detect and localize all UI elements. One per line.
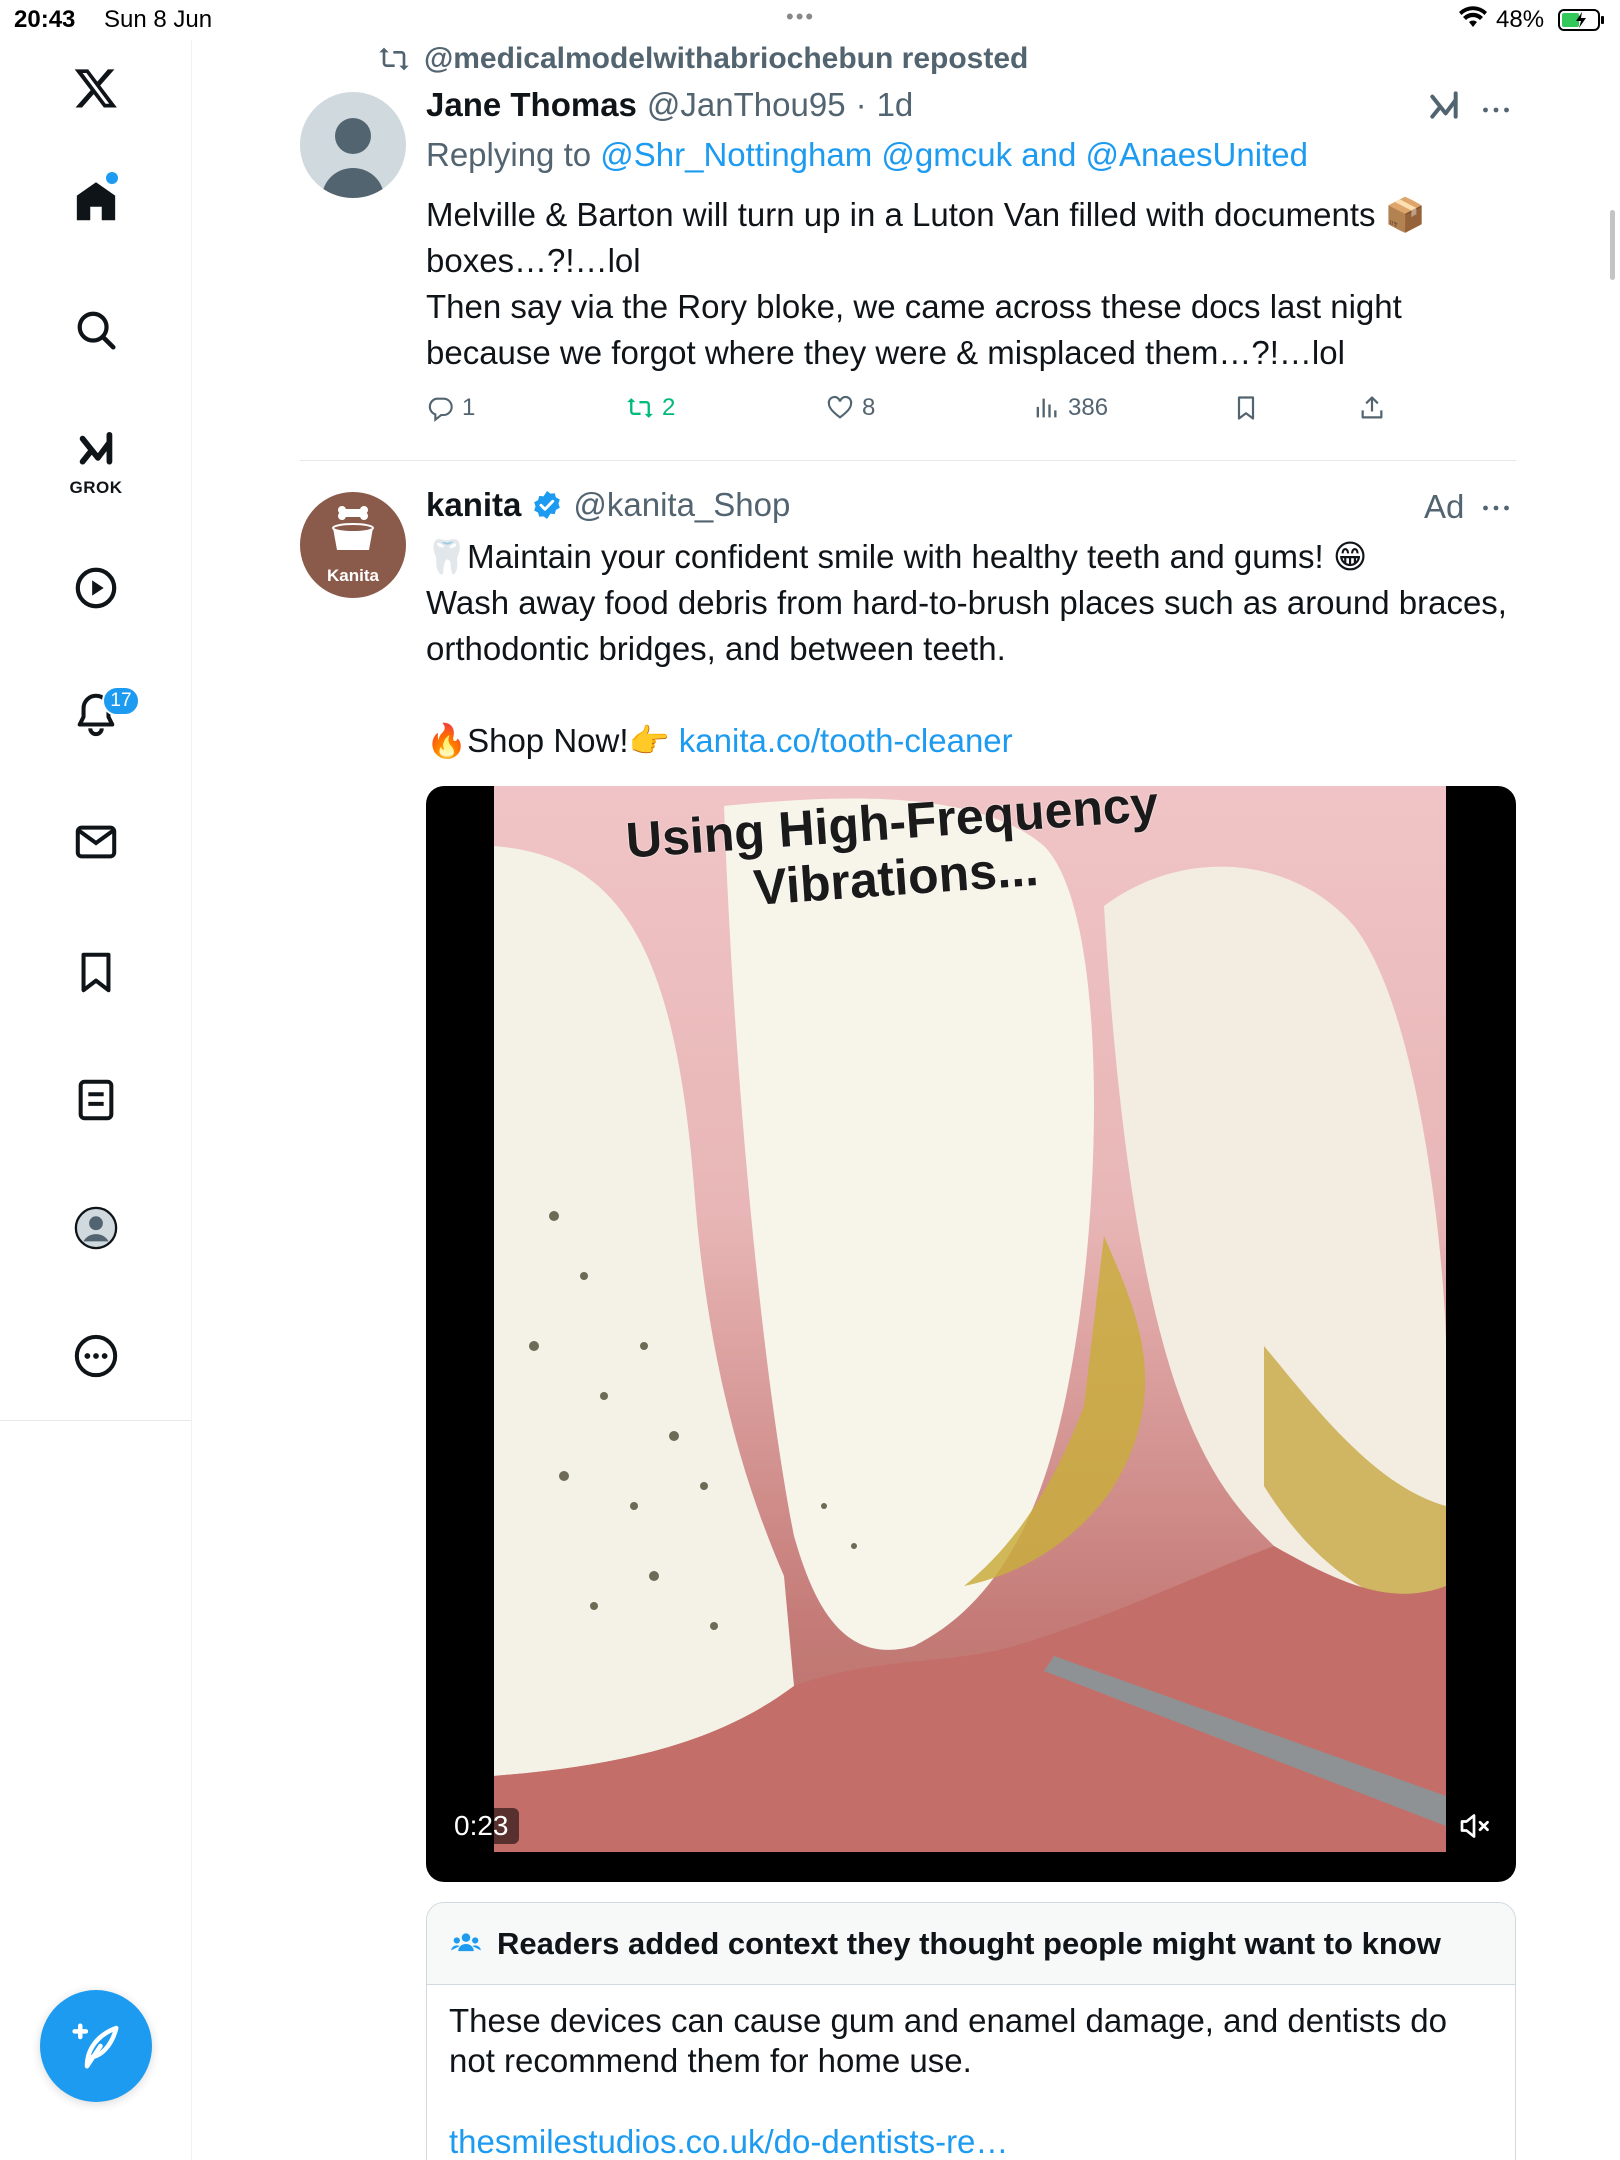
repost-icon: [379, 47, 409, 71]
community-note-text: These devices can cause gum and enamel d…: [449, 2002, 1447, 2079]
lists-icon[interactable]: [70, 1074, 122, 1126]
repost-count: 2: [662, 394, 676, 421]
search-icon[interactable]: [70, 304, 122, 356]
views-button[interactable]: 386: [1032, 394, 1108, 422]
tweet-header-actions: [1424, 90, 1514, 130]
more-options-icon[interactable]: [1478, 488, 1514, 528]
ad-text-line: 🦷Maintain your confident smile with heal…: [426, 538, 1368, 575]
community-note-header: Readers added context they thought peopl…: [427, 1903, 1515, 1985]
mute-icon[interactable]: [1456, 1808, 1492, 1844]
shop-link[interactable]: kanita.co/tooth-cleaner: [679, 722, 1013, 759]
compose-icon: [72, 2023, 119, 2069]
bookmarks-icon[interactable]: [70, 946, 122, 998]
notifications-badge: 17: [102, 686, 140, 716]
video-icon[interactable]: [70, 562, 122, 614]
sidebar-border: [191, 1420, 192, 2160]
ad-shop-line: 🔥Shop Now!👉 kanita.co/tooth-cleaner: [426, 718, 1516, 764]
like-button[interactable]: 8: [826, 394, 875, 422]
ad-text: 🦷Maintain your confident smile with heal…: [426, 534, 1516, 764]
tweet-header: Jane Thomas @JanThou95 · 1d: [426, 86, 913, 124]
tweet-text-line: Melville & Barton will turn up in a Luto…: [426, 196, 1426, 279]
author-name[interactable]: Jane Thomas: [426, 86, 637, 124]
repost-context[interactable]: @medicalmodelwithabriochebun reposted: [378, 42, 1028, 76]
tweet-divider: [300, 460, 1516, 461]
video-duration: 0:23: [444, 1808, 519, 1844]
reply-count: 1: [462, 394, 476, 421]
grok-label: GROK: [69, 478, 123, 497]
home-icon[interactable]: [70, 176, 122, 228]
heart-icon: [827, 395, 853, 419]
ad-text-line: Wash away food debris from hard-to-brush…: [426, 584, 1507, 667]
grok-icon[interactable]: [70, 428, 122, 480]
community-note[interactable]: Readers added context they thought peopl…: [426, 1902, 1516, 2160]
share-icon: [1361, 396, 1383, 419]
grok-icon[interactable]: [1424, 90, 1464, 130]
multitasking-dots-icon[interactable]: •••: [786, 4, 815, 30]
reply-button[interactable]: 1: [426, 394, 475, 422]
scroll-indicator[interactable]: [1610, 210, 1615, 280]
more-options-icon[interactable]: [1478, 90, 1514, 130]
tweet-text: Melville & Barton will turn up in a Luto…: [426, 192, 1506, 376]
advertiser-handle[interactable]: @kanita_Shop: [573, 486, 790, 524]
avatar[interactable]: [300, 92, 406, 198]
video-player[interactable]: Using High-Frequency Vibrations... 0:23: [426, 786, 1516, 1882]
ad-label: Ad: [1424, 488, 1465, 525]
profile-icon[interactable]: [70, 1202, 122, 1254]
shop-text: 🔥Shop Now!👉: [426, 722, 679, 759]
views-icon: [1036, 398, 1057, 418]
more-icon[interactable]: [70, 1330, 122, 1382]
replying-to: Replying to @Shr_Nottingham @gmcuk and @…: [426, 136, 1308, 174]
bookmark-icon: [1237, 396, 1255, 420]
repost-button[interactable]: 2: [626, 394, 675, 422]
video-frame[interactable]: Using High-Frequency Vibrations...: [494, 786, 1446, 1852]
author-handle[interactable]: @JanThou95: [647, 86, 846, 124]
default-avatar-icon: [322, 118, 384, 198]
tweet-time[interactable]: 1d: [877, 86, 914, 124]
teeth-video-image: [494, 798, 1446, 1852]
ad-header: kanita @kanita_Shop: [426, 486, 790, 524]
home-unread-dot: [106, 172, 118, 184]
bookmark-button[interactable]: [1232, 394, 1260, 422]
compose-button[interactable]: [40, 1990, 152, 2102]
community-note-title: Readers added context they thought peopl…: [497, 1925, 1441, 1961]
repost-icon: [627, 398, 653, 418]
advertiser-name[interactable]: kanita: [426, 486, 521, 524]
separator-dot: ·: [855, 86, 867, 123]
messages-icon[interactable]: [70, 816, 122, 868]
wifi-icon: [1459, 6, 1487, 27]
repost-label: @medicalmodelwithabriochebun reposted: [424, 42, 1029, 75]
replying-to-mentions[interactable]: @Shr_Nottingham @gmcuk and @AnaesUnited: [600, 136, 1308, 173]
x-logo-icon[interactable]: [70, 62, 122, 114]
reply-icon: [428, 397, 453, 422]
status-date: Sun 8 Jun: [104, 6, 213, 33]
tweet-text-line: Then say via the Rory bloke, we came acr…: [426, 288, 1402, 371]
status-bar: 20:43 Sun 8 Jun ••• 48%: [0, 0, 1620, 40]
advertiser-avatar-label: Kanita: [327, 566, 379, 585]
share-button[interactable]: [1358, 394, 1386, 422]
replying-prefix: Replying to: [426, 136, 601, 173]
like-count: 8: [862, 394, 876, 421]
status-time: 20:43: [14, 6, 76, 33]
sidebar-divider: [0, 1420, 192, 1421]
battery-charging-icon: [1558, 9, 1604, 31]
tweet-actions: 1 2 8 386: [426, 394, 1426, 434]
view-count: 386: [1068, 394, 1109, 421]
community-note-link[interactable]: thesmilestudios.co.uk/do-dentists-re…: [449, 2123, 1008, 2160]
verified-badge-icon: [534, 491, 561, 519]
battery-percent: 48%: [1496, 6, 1545, 33]
people-icon: [451, 1932, 481, 1951]
